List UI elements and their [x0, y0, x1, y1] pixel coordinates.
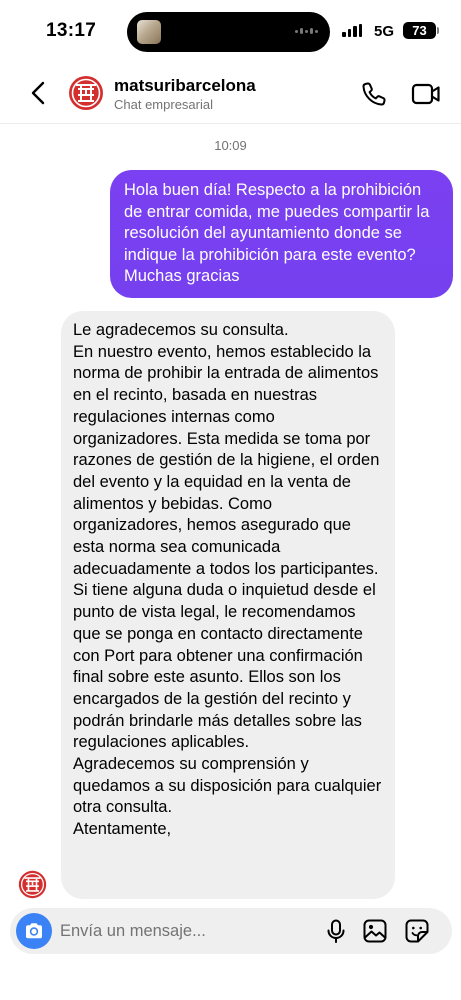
incoming-message[interactable]: Le agradecemos su consulta. En nuestro e… — [61, 311, 395, 899]
status-bar: 13:17 5G 73 — [0, 0, 461, 62]
message-input[interactable] — [60, 908, 310, 954]
gallery-button[interactable] — [362, 918, 388, 944]
microphone-icon — [327, 919, 345, 943]
chevron-left-icon — [31, 81, 45, 105]
video-camera-icon — [411, 83, 440, 105]
contact-subtitle: Chat empresarial — [114, 97, 213, 112]
now-playing-thumbnail — [137, 20, 161, 44]
camera-icon — [26, 923, 42, 939]
message-paragraph: Le agradecemos su consulta. — [73, 321, 289, 339]
video-call-button[interactable] — [410, 80, 442, 108]
message-timestamp: 10:09 — [214, 138, 247, 153]
phone-icon — [362, 82, 386, 106]
network-type: 5G — [374, 23, 395, 40]
dynamic-island — [127, 12, 330, 52]
battery-tip — [437, 27, 439, 34]
image-gallery-icon — [363, 919, 387, 943]
chat-header: matsuribarcelona Chat empresarial — [0, 62, 461, 124]
cellular-signal-icon — [342, 24, 362, 37]
message-composer — [10, 908, 452, 954]
avatar[interactable] — [68, 75, 104, 111]
battery-icon: 73 — [403, 22, 436, 39]
audio-call-button[interactable] — [360, 80, 388, 108]
message-paragraph: En nuestro evento, hemos establecido la … — [73, 342, 380, 578]
brand-logo-icon — [69, 76, 103, 110]
status-time: 13:17 — [46, 20, 97, 41]
sticker-icon — [405, 919, 429, 943]
sender-avatar[interactable] — [18, 870, 47, 899]
brand-logo-icon — [18, 870, 47, 899]
message-paragraph: Si tiene alguna duda o inquietud desde e… — [73, 581, 376, 752]
voice-message-button[interactable] — [323, 918, 349, 944]
message-paragraph: Atentamente, — [73, 820, 172, 839]
back-button[interactable] — [24, 78, 54, 108]
audio-waveform-icon — [295, 28, 318, 34]
sticker-button[interactable] — [404, 918, 430, 944]
camera-button[interactable] — [16, 913, 52, 949]
message-paragraph: Agradecemos su comprensión y quedamos a … — [73, 755, 382, 817]
contact-name[interactable]: matsuribarcelona — [114, 76, 256, 96]
outgoing-message[interactable]: Hola buen día! Respecto a la prohibición… — [110, 170, 453, 298]
